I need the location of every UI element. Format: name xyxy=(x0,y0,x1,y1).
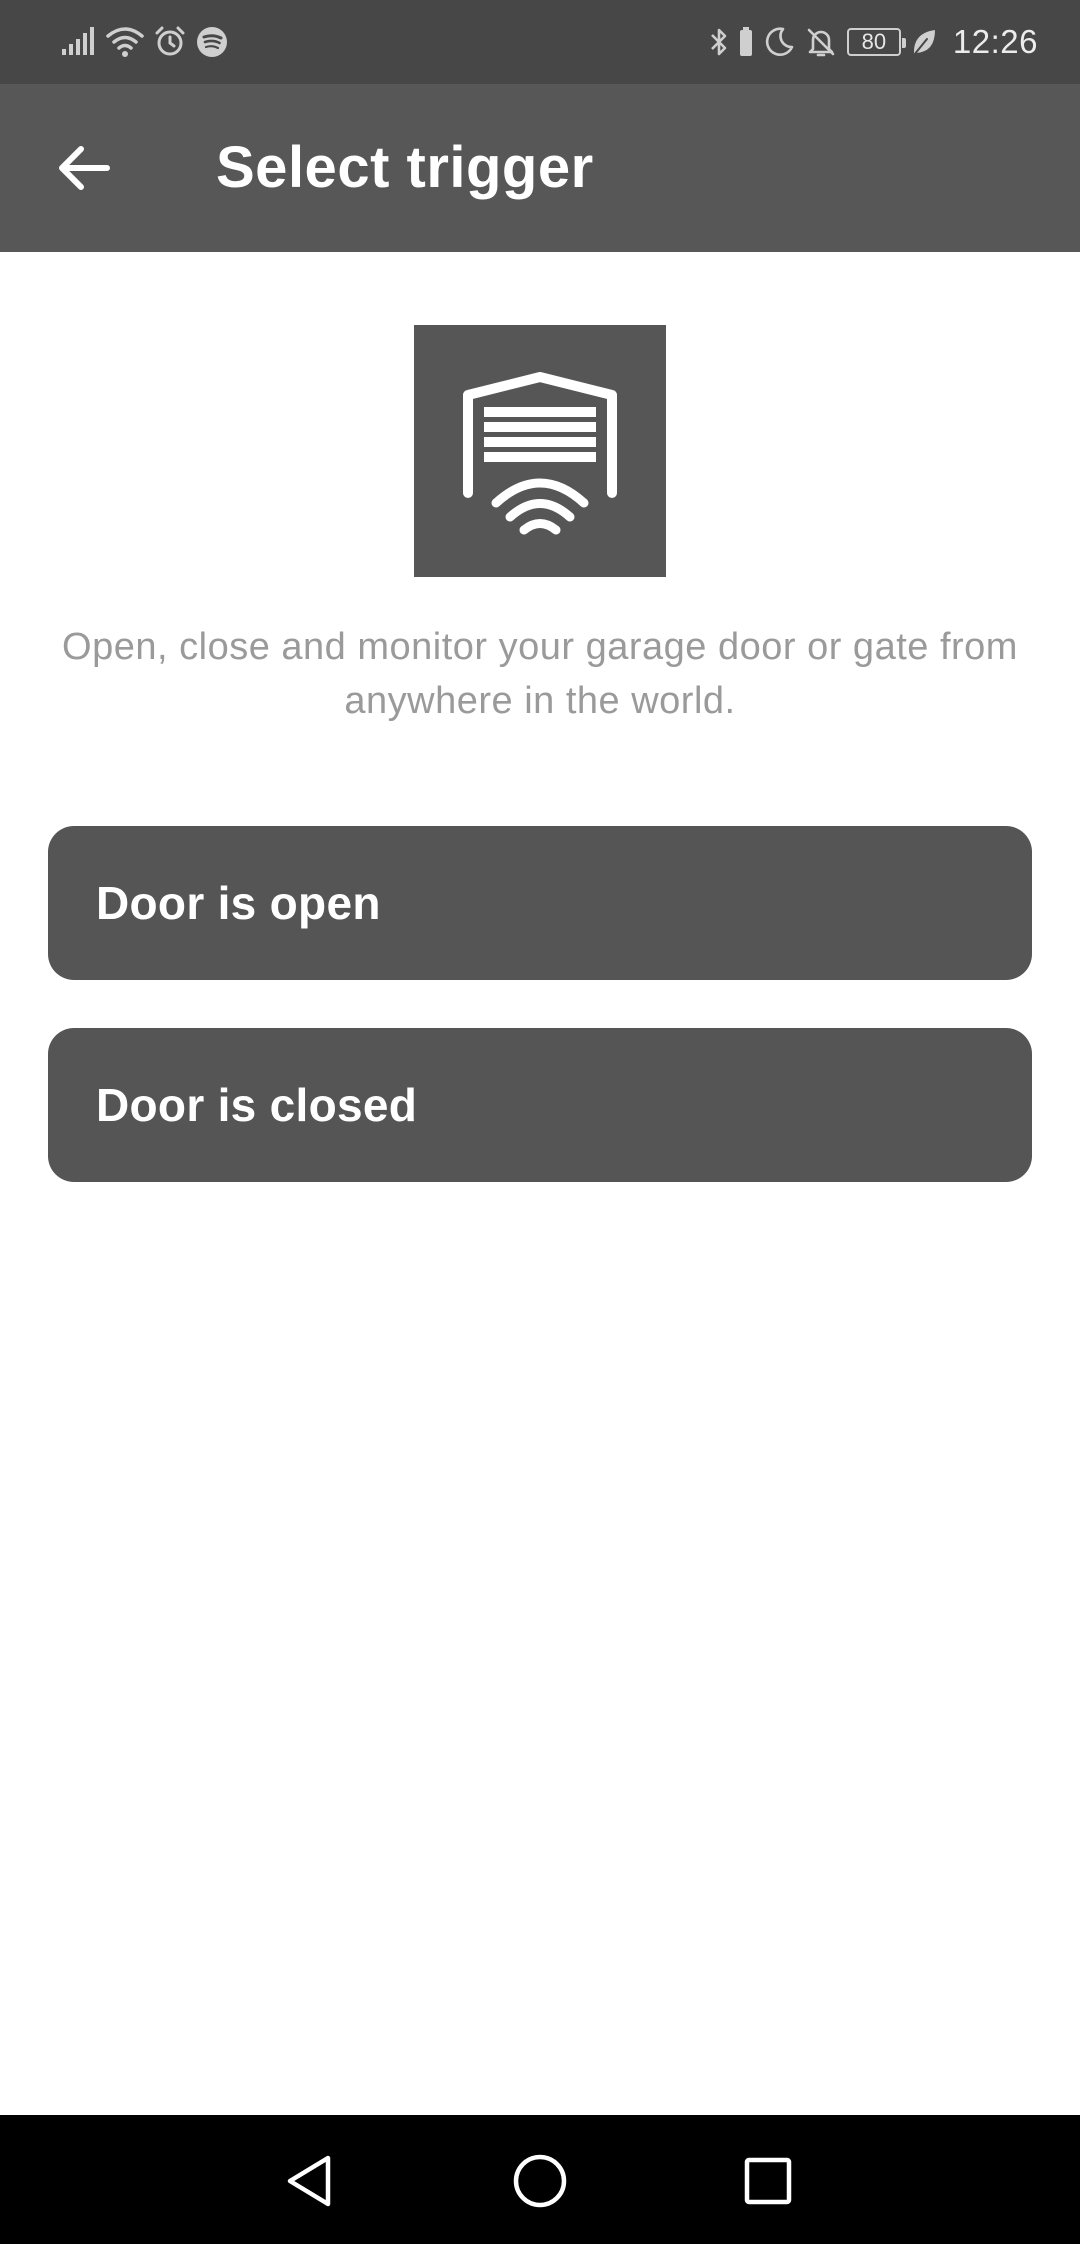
back-button[interactable] xyxy=(40,124,128,212)
status-right-icons: 80 12:26 xyxy=(709,20,1038,64)
wifi-icon xyxy=(106,27,144,57)
home-circle-icon xyxy=(513,2154,567,2208)
navigation-bar xyxy=(0,2115,1080,2244)
moon-icon xyxy=(765,27,794,56)
bluetooth-icon xyxy=(710,28,727,56)
nav-back-button[interactable] xyxy=(274,2145,346,2217)
trigger-label: Door is open xyxy=(96,877,381,929)
trigger-door-closed-button[interactable]: Door is closed xyxy=(48,1028,1032,1182)
back-triangle-icon xyxy=(287,2155,331,2207)
status-bar: 80 12:26 xyxy=(0,0,1080,84)
recents-square-icon xyxy=(744,2157,792,2205)
battery-small-icon xyxy=(739,27,752,56)
page-title: Select trigger xyxy=(216,135,594,200)
signal-icon xyxy=(62,27,94,55)
bell-off-icon xyxy=(807,28,835,57)
alarm-icon xyxy=(155,26,185,56)
app-bar: Select trigger xyxy=(0,84,1080,252)
battery-icon: 80 xyxy=(846,28,906,56)
nav-recents-button[interactable] xyxy=(732,2145,804,2217)
status-clock: 12:26 xyxy=(952,23,1038,60)
trigger-door-open-button[interactable]: Door is open xyxy=(48,826,1032,980)
spotify-icon xyxy=(197,27,227,57)
arrow-left-icon xyxy=(59,146,110,190)
service-description: Open, close and monitor your garage door… xyxy=(62,626,1018,722)
status-left-icons xyxy=(62,20,228,64)
trigger-label: Door is closed xyxy=(96,1079,418,1131)
service-logo xyxy=(414,325,666,577)
garage-door-wifi-icon xyxy=(463,372,617,535)
nav-home-button[interactable] xyxy=(504,2145,576,2217)
leaf-icon xyxy=(912,30,935,56)
battery-level: 80 xyxy=(861,29,887,54)
